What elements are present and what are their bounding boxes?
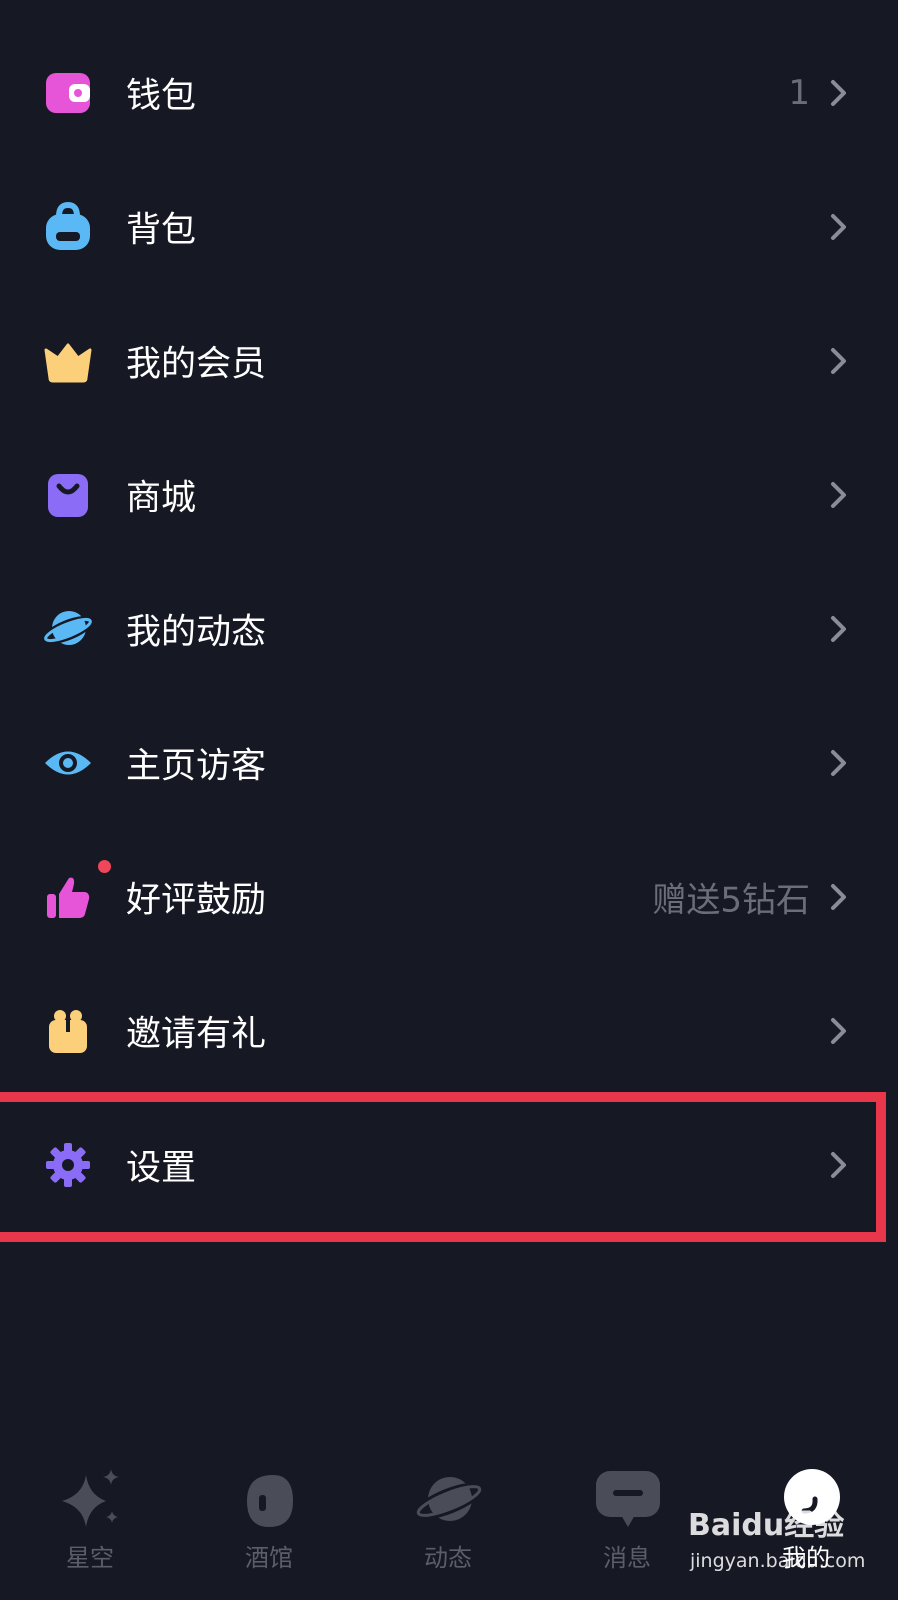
menu-item-label: 设置: [126, 1148, 197, 1189]
tab-label: 动态: [424, 1544, 472, 1572]
menu-item-invite[interactable]: 邀请有礼: [0, 964, 898, 1098]
tab-starry-sky[interactable]: 星空: [20, 1452, 160, 1600]
tab-tavern[interactable]: 酒馆: [199, 1452, 339, 1600]
reward-text: 赠送5钻石: [652, 880, 810, 921]
watermark-url: jingyan.baidu.com: [690, 1550, 866, 1572]
menu-item-settings[interactable]: 设置: [0, 1098, 898, 1232]
gift-icon: [43, 1006, 93, 1056]
backpack-icon: [43, 202, 93, 252]
notification-dot: [98, 860, 111, 873]
menu-item-label: 好评鼓励: [126, 880, 267, 921]
menu-item-label: 背包: [126, 210, 197, 251]
tab-label: 消息: [603, 1544, 651, 1572]
chevron-right-icon: [828, 78, 850, 108]
wallet-icon: [43, 68, 93, 118]
menu-item-label: 我的动态: [126, 612, 267, 653]
menu-item-my-posts[interactable]: 我的动态: [0, 562, 898, 696]
chevron-right-icon: [828, 1150, 850, 1180]
planet-icon: [43, 604, 93, 654]
planet-icon: [414, 1467, 484, 1533]
menu-item-visitors[interactable]: 主页访客: [0, 696, 898, 830]
watermark-brand: Baidu经验: [688, 1508, 845, 1543]
menu-item-label: 我的会员: [126, 344, 267, 385]
tab-moments[interactable]: 动态: [378, 1452, 518, 1600]
thumbs-up-icon: [43, 872, 93, 922]
menu-item-label: 钱包: [126, 76, 197, 117]
chevron-right-icon: [828, 212, 850, 242]
chevron-right-icon: [828, 748, 850, 778]
baidu-watermark: Baidu经验 jingyan.baidu.com: [688, 1500, 888, 1595]
tab-messages[interactable]: 消息: [557, 1452, 697, 1600]
menu-item-membership[interactable]: 我的会员: [0, 294, 898, 428]
menu-item-backpack[interactable]: 背包: [0, 160, 898, 294]
wallet-count: 1: [788, 73, 810, 113]
eye-icon: [43, 738, 93, 788]
shopping-bag-icon: [43, 470, 93, 520]
tab-label: 星空: [66, 1544, 114, 1572]
chevron-right-icon: [828, 1016, 850, 1046]
crown-icon: [43, 336, 93, 386]
tab-label: 酒馆: [245, 1544, 293, 1572]
menu-item-mall[interactable]: 商城: [0, 428, 898, 562]
gear-icon: [43, 1140, 93, 1190]
menu-list: 钱包 1 背包 我的会员 商城 我的动态 主页访客 好评鼓励 赠送5钻石 邀请有…: [0, 26, 898, 1232]
menu-item-wallet[interactable]: 钱包 1: [0, 26, 898, 160]
menu-item-label: 邀请有礼: [126, 1014, 267, 1055]
menu-item-rate-us[interactable]: 好评鼓励 赠送5钻石: [0, 830, 898, 964]
tavern-icon: [235, 1467, 305, 1533]
chevron-right-icon: [828, 480, 850, 510]
message-icon: [593, 1467, 663, 1533]
sparkle-icon: [56, 1467, 126, 1533]
menu-item-label: 主页访客: [126, 746, 267, 787]
menu-item-label: 商城: [126, 478, 197, 519]
chevron-right-icon: [828, 346, 850, 376]
chevron-right-icon: [828, 882, 850, 912]
chevron-right-icon: [828, 614, 850, 644]
